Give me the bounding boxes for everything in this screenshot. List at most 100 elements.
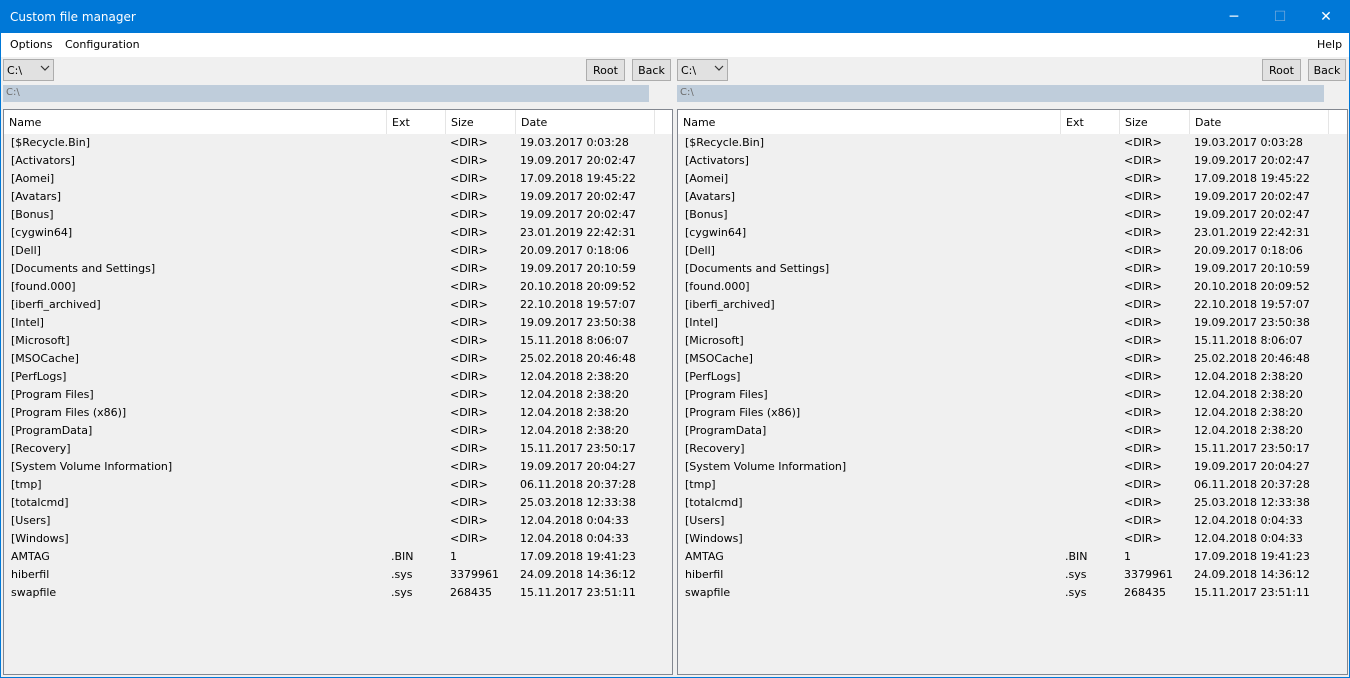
menu-configuration[interactable]: Configuration <box>65 38 140 51</box>
file-name: [MSOCache] <box>685 352 753 365</box>
file-size: <DIR> <box>1124 226 1162 239</box>
file-date: 15.11.2017 23:51:11 <box>1194 586 1310 599</box>
file-name: [cygwin64] <box>11 226 73 239</box>
file-ext: .BIN <box>1065 550 1088 563</box>
file-ext: .sys <box>391 568 413 581</box>
left-drive-value: C:\ <box>7 64 23 77</box>
file-name: [Program Files] <box>11 388 94 401</box>
file-size: <DIR> <box>1124 172 1162 185</box>
file-name: [Intel] <box>11 316 44 329</box>
file-name: [Documents and Settings] <box>11 262 156 275</box>
file-size: <DIR> <box>1124 136 1162 149</box>
chevron-down-icon <box>40 65 50 71</box>
file-size: <DIR> <box>450 226 488 239</box>
file-name: [Microsoft] <box>11 334 70 347</box>
file-date: 19.09.2017 20:02:47 <box>1194 154 1310 167</box>
file-date: 19.09.2017 20:04:27 <box>520 460 636 473</box>
file-name: [iberfi_archived] <box>11 298 101 311</box>
menu-options[interactable]: Options <box>10 38 52 51</box>
file-size: <DIR> <box>450 244 488 257</box>
left-root-label: Root <box>593 63 618 77</box>
file-date: 25.02.2018 20:46:48 <box>520 352 636 365</box>
file-name: hiberfil <box>685 568 724 581</box>
file-name: [$Recycle.Bin] <box>685 136 764 149</box>
file-size: <DIR> <box>450 136 488 149</box>
left-drive-select[interactable]: C:\ <box>3 59 54 81</box>
file-date: 20.10.2018 20:09:52 <box>520 280 636 293</box>
file-size: <DIR> <box>450 478 488 491</box>
left-panel: C:\ Root Back C:\ Name Ext Size Date [$R… <box>1 57 675 678</box>
file-size: <DIR> <box>450 190 488 203</box>
file-name: [Documents and Settings] <box>685 262 830 275</box>
left-root-button[interactable]: Root <box>586 59 625 81</box>
right-file-list[interactable]: Name Ext Size Date [$Recycle.Bin] <DIR> 19… <box>677 109 1348 675</box>
right-drive-select[interactable]: C:\ <box>677 59 728 81</box>
file-name: [System Volume Information] <box>11 460 173 473</box>
file-name: [Activators] <box>685 154 749 167</box>
right-root-button[interactable]: Root <box>1262 59 1301 81</box>
minimize-button[interactable]: ─ <box>1211 1 1257 33</box>
file-name: AMTAG <box>685 550 724 563</box>
left-col-date[interactable]: Date <box>516 110 655 134</box>
file-size: 268435 <box>450 586 492 599</box>
left-col-name[interactable]: Name <box>4 110 387 134</box>
file-size: <DIR> <box>1124 298 1162 311</box>
file-date: 23.01.2019 22:42:31 <box>1194 226 1310 239</box>
right-path-field[interactable]: C:\ <box>677 85 1324 102</box>
file-date: 19.09.2017 20:02:47 <box>1194 208 1310 221</box>
file-size: <DIR> <box>450 298 488 311</box>
file-date: 19.09.2017 20:10:59 <box>520 262 636 275</box>
file-date: 12.04.2018 2:38:20 <box>1194 388 1303 401</box>
left-col-ext[interactable]: Ext <box>387 110 446 134</box>
file-size: <DIR> <box>450 334 488 347</box>
file-date: 12.04.2018 2:38:20 <box>520 406 629 419</box>
right-col-date[interactable]: Date <box>1190 110 1329 134</box>
file-date: 06.11.2018 20:37:28 <box>1194 478 1310 491</box>
file-size: <DIR> <box>1124 190 1162 203</box>
file-size: <DIR> <box>1124 208 1162 221</box>
file-name: [PerfLogs] <box>685 370 741 383</box>
right-col-ext[interactable]: Ext <box>1061 110 1120 134</box>
maximize-button[interactable]: ☐ <box>1257 1 1303 33</box>
file-size: <DIR> <box>1124 496 1162 509</box>
file-date: 23.01.2019 22:42:31 <box>520 226 636 239</box>
menu-help[interactable]: Help <box>1317 38 1342 51</box>
file-date: 12.04.2018 0:04:33 <box>520 514 629 527</box>
right-back-button[interactable]: Back <box>1308 59 1346 81</box>
file-date: 12.04.2018 2:38:20 <box>520 388 629 401</box>
file-date: 19.09.2017 20:02:47 <box>520 154 636 167</box>
left-file-list[interactable]: Name Ext Size Date [$Recycle.Bin] <DIR> 19… <box>3 109 673 675</box>
file-size: <DIR> <box>1124 154 1162 167</box>
close-icon: ✕ <box>1320 9 1332 25</box>
file-manager-window: Custom file manager ─ ☐ ✕ Options Config… <box>0 0 1350 678</box>
right-col-size[interactable]: Size <box>1120 110 1190 134</box>
file-name: [Windows] <box>685 532 743 545</box>
file-date: 15.11.2017 23:51:11 <box>520 586 636 599</box>
file-size: <DIR> <box>1124 406 1162 419</box>
file-date: 19.09.2017 20:04:27 <box>1194 460 1310 473</box>
file-size: <DIR> <box>1124 334 1162 347</box>
file-ext: .sys <box>391 586 413 599</box>
file-date: 15.11.2017 23:50:17 <box>520 442 636 455</box>
right-col-name[interactable]: Name <box>678 110 1061 134</box>
left-col-size[interactable]: Size <box>446 110 516 134</box>
file-name: [Program Files] <box>685 388 768 401</box>
file-date: 19.09.2017 20:02:47 <box>520 190 636 203</box>
file-name: [Recovery] <box>685 442 745 455</box>
file-size: <DIR> <box>450 262 488 275</box>
file-name: [Windows] <box>11 532 69 545</box>
file-name: [Aomei] <box>685 172 729 185</box>
left-path-field[interactable]: C:\ <box>3 85 649 102</box>
file-name: [Microsoft] <box>685 334 744 347</box>
file-size: <DIR> <box>1124 460 1162 473</box>
file-name: [totalcmd] <box>11 496 69 509</box>
file-size: <DIR> <box>450 316 488 329</box>
left-back-button[interactable]: Back <box>632 59 671 81</box>
file-name: [Users] <box>11 514 51 527</box>
file-date: 12.04.2018 2:38:20 <box>1194 424 1303 437</box>
file-date: 15.11.2018 8:06:07 <box>1194 334 1303 347</box>
file-size: <DIR> <box>1124 262 1162 275</box>
file-size: <DIR> <box>450 424 488 437</box>
file-name: [Intel] <box>685 316 718 329</box>
close-button[interactable]: ✕ <box>1303 1 1349 33</box>
